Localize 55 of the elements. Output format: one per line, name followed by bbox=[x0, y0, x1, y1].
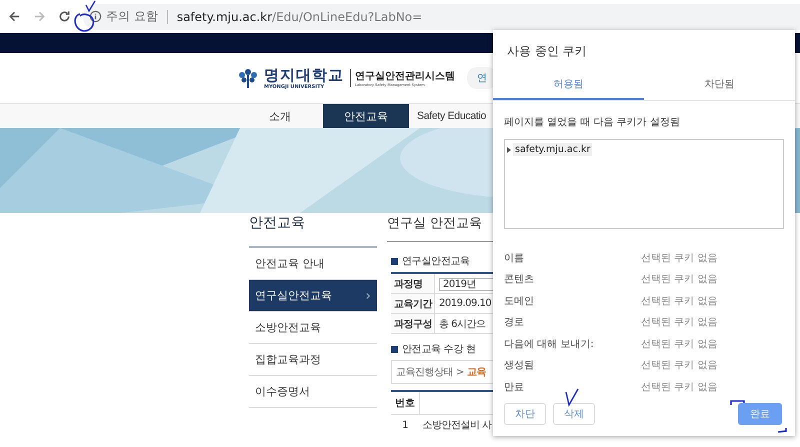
url-text: safety.mju.ac.kr/Edu/OnLineEdu?LabNo= bbox=[176, 10, 422, 24]
info-label: 과정구성 bbox=[391, 314, 435, 333]
bullet-icon bbox=[391, 258, 398, 264]
detail-label: 만료 bbox=[504, 380, 525, 394]
info-value: 총 6시간으 bbox=[438, 318, 486, 330]
dialog-description: 페이지를 열었을 때 다음 쿠키가 설정됨 bbox=[503, 116, 681, 130]
bullet-icon bbox=[391, 346, 398, 352]
tree-item[interactable]: safety.mju.ac.kr bbox=[513, 143, 592, 156]
chevron-icon bbox=[366, 292, 371, 300]
sidebar-item[interactable]: 이수증명서 bbox=[249, 376, 377, 408]
system-title: 연구실안전관리시스템 bbox=[355, 70, 455, 83]
dialog-tab[interactable]: 차단됨 bbox=[644, 71, 795, 100]
back-icon[interactable] bbox=[8, 10, 21, 23]
detail-value: 선택된 쿠키 없음 bbox=[641, 294, 718, 308]
nav-tab[interactable]: Safety Educatio bbox=[409, 104, 486, 128]
breadcrumb-item: 교육진행상태 bbox=[396, 366, 453, 379]
info-icon[interactable] bbox=[89, 10, 102, 23]
handwritten-bracket bbox=[730, 400, 787, 433]
security-label: 주의 요함 bbox=[106, 8, 158, 25]
info-value: 2019.09.10 bbox=[438, 298, 492, 309]
tree-logo-icon bbox=[236, 66, 260, 90]
column-header: 번호 bbox=[391, 391, 420, 414]
sidebar-item[interactable]: 집합교육과정 bbox=[249, 344, 377, 376]
detail-value: 선택된 쿠키 없음 bbox=[641, 316, 718, 330]
sidebar-item[interactable]: 소방안전교육 bbox=[249, 312, 377, 344]
breadcrumb-item: 교육 bbox=[466, 366, 486, 379]
nav-tab[interactable]: 소개 bbox=[237, 104, 323, 128]
handwritten-checkmark bbox=[565, 388, 579, 407]
reload-icon[interactable] bbox=[58, 10, 71, 23]
section-title: 연구실안전교육 bbox=[402, 255, 470, 268]
detail-value: 선택된 쿠키 없음 bbox=[641, 338, 718, 351]
address-bar[interactable]: 주의 요함 safety.mju.ac.kr/Edu/OnLineEdu?LabNo= bbox=[83, 4, 800, 30]
table-cell: 소방안전설비 사 bbox=[420, 414, 494, 435]
detail-label: 생성됨 bbox=[504, 359, 535, 372]
dialog-title: 사용 중인 쿠키 bbox=[506, 43, 588, 60]
nav-tab[interactable]: 안전교육 bbox=[323, 104, 409, 128]
section-title: 안전교육 수강 현 bbox=[402, 343, 476, 356]
info-label: 과정명 bbox=[391, 274, 435, 293]
breadcrumb-separator: > bbox=[456, 366, 464, 378]
sidebar-title: 안전교육 bbox=[249, 197, 377, 248]
table-cell: 1 bbox=[391, 414, 420, 435]
detail-label: 이름 bbox=[504, 252, 525, 265]
detail-value: 선택된 쿠키 없음 bbox=[641, 359, 718, 372]
info-label: 교육기간 bbox=[391, 294, 435, 313]
detail-value: 선택된 쿠키 없음 bbox=[641, 380, 718, 394]
handwritten-checkmark bbox=[85, 0, 96, 12]
detail-label: 콘텐츠 bbox=[504, 273, 535, 286]
detail-label: 다음에 대해 보내기: bbox=[504, 338, 595, 351]
detail-label: 경로 bbox=[504, 316, 525, 330]
detail-value: 선택된 쿠키 없음 bbox=[641, 252, 718, 265]
dialog-tab[interactable]: 허용됨 bbox=[493, 71, 644, 100]
sidebar-item[interactable]: 연구실안전교육 bbox=[249, 280, 377, 312]
detail-value: 선택된 쿠키 없음 bbox=[641, 273, 718, 286]
university-name: 명지대학교 bbox=[264, 66, 344, 84]
detail-label: 도메인 bbox=[504, 294, 535, 308]
